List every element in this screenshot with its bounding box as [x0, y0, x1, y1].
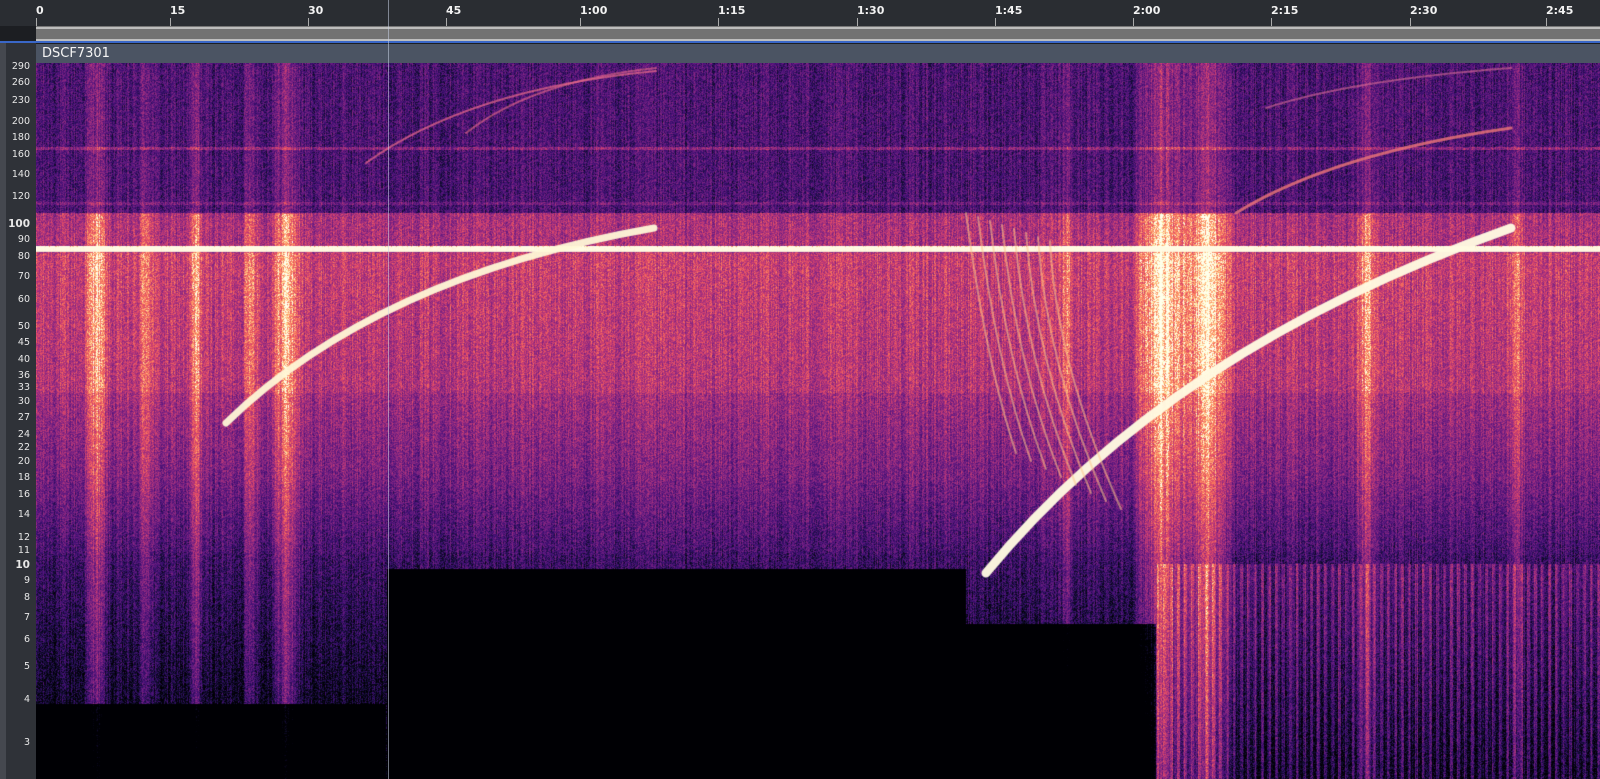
frequency-tick-label: 7 — [23, 611, 30, 623]
frequency-axis: 290 260 230 200 180 160 140 120 100 90 80 70 60 50 45 4… — [0, 61, 34, 779]
time-tick-label: 2:00 — [1133, 4, 1161, 26]
frequency-tick-label: 140 — [11, 168, 30, 180]
frequency-tick-label: 60 — [17, 293, 30, 305]
frequency-tick-label: 50 — [17, 320, 30, 332]
frequency-tick-label: 27 — [17, 412, 30, 424]
frequency-tick-label: 8 — [23, 591, 30, 603]
time-tick-label: 1:00 — [580, 4, 608, 26]
frequency-tick-label: 30 — [17, 396, 30, 408]
frequency-tick-label: 230 — [11, 95, 30, 107]
track-name: DSCF7301 — [42, 46, 110, 61]
frequency-tick-label: 16 — [17, 489, 30, 501]
frequency-tick-label: 120 — [11, 191, 30, 203]
spectrogram-view[interactable] — [36, 63, 1600, 779]
scrollbar-thumb[interactable] — [36, 29, 1600, 39]
frequency-tick-label: 6 — [23, 634, 30, 646]
time-tick-label: 1:45 — [995, 4, 1023, 26]
time-tick-label: 2:30 — [1410, 4, 1438, 26]
frequency-tick-label: 18 — [17, 472, 30, 484]
time-tick-label: 2:45 — [1546, 4, 1574, 26]
time-tick-label: 2:15 — [1271, 4, 1299, 26]
frequency-tick-label: 70 — [17, 271, 30, 283]
frequency-tick-label: 180 — [11, 131, 30, 143]
frequency-tick-label: 290 — [11, 61, 30, 72]
frequency-tick-label: 5 — [23, 661, 30, 673]
frequency-tick-label: 14 — [17, 509, 30, 521]
frequency-tick-label: 80 — [17, 251, 30, 263]
frequency-tick-label: 12 — [17, 531, 30, 543]
frequency-tick-label: 45 — [17, 336, 30, 348]
time-tick-label: 1:30 — [857, 4, 885, 26]
frequency-tick-label: 3 — [23, 737, 30, 748]
frequency-tick-label: 10 — [15, 558, 30, 571]
time-tick-label: 0 — [36, 4, 44, 26]
frequency-tick-label: 9 — [23, 574, 30, 586]
frequency-tick-label: 4 — [23, 694, 30, 706]
frequency-tick-label: 20 — [17, 456, 30, 468]
frequency-tick-label: 22 — [17, 442, 30, 454]
frequency-tick-label: 90 — [17, 234, 30, 246]
time-tick-label: 30 — [308, 4, 324, 26]
frequency-tick-label: 260 — [11, 77, 30, 89]
time-tick-label: 45 — [446, 4, 462, 26]
track-header[interactable]: DSCF7301 — [36, 44, 1600, 64]
frequency-tick-label: 11 — [17, 544, 30, 556]
playback-cursor[interactable] — [388, 0, 389, 779]
time-tick-label: 15 — [170, 4, 186, 26]
selection-line — [0, 41, 1600, 43]
timeline-ruler[interactable]: 0 15 30 45 1:00 1:15 1:30 1:45 2:00 2:15 2:30 2:45 — [0, 0, 1600, 26]
frequency-tick-label: 36 — [17, 369, 30, 381]
horizontal-scrollbar[interactable] — [36, 26, 1600, 42]
frequency-tick-label: 100 — [8, 218, 30, 231]
frequency-tick-label: 200 — [11, 115, 30, 127]
frequency-tick-label: 160 — [11, 148, 30, 160]
frequency-tick-label: 24 — [17, 429, 30, 441]
time-tick-label: 1:15 — [718, 4, 746, 26]
frequency-tick-label: 33 — [17, 382, 30, 394]
frequency-tick-label: 40 — [17, 353, 30, 365]
